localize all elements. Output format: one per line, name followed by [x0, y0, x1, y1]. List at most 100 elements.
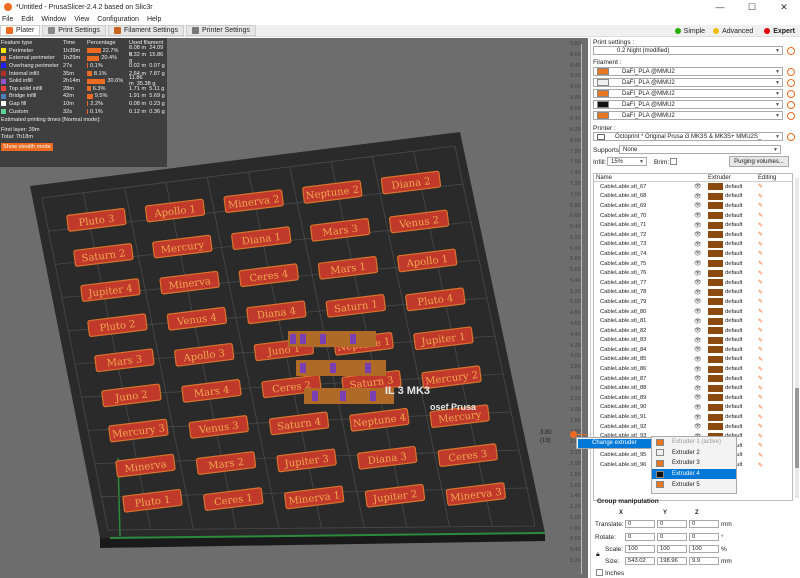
edit-icon[interactable]: ✎: [758, 318, 770, 325]
filament-color-swatch[interactable]: [597, 79, 609, 86]
table-row[interactable]: CableLable.stl_89 👁︎ default ✎: [594, 393, 792, 403]
edit-icon[interactable]: ✎: [758, 327, 770, 334]
legend-row[interactable]: Top solid infill 28m 6.3% 1.71 m 5.11 g: [0, 85, 167, 93]
table-row[interactable]: CableLable.stl_81 👁︎ default ✎: [594, 316, 792, 326]
object-list-scrollbar[interactable]: [795, 178, 799, 498]
extruder-cell[interactable]: default: [708, 183, 744, 191]
menu-file[interactable]: File: [2, 16, 13, 23]
rotate-x-input[interactable]: 0: [625, 533, 655, 541]
translate-y-input[interactable]: 0: [657, 520, 687, 528]
eye-icon[interactable]: 👁︎: [694, 318, 708, 325]
filament-color-swatch[interactable]: [597, 101, 609, 108]
eye-icon[interactable]: 👁︎: [694, 385, 708, 392]
rotate-z-input[interactable]: 0: [689, 533, 719, 541]
edit-icon[interactable]: ✎: [758, 423, 770, 430]
printer-combo[interactable]: Octoprint * Original Prusa i3 MK3S & MK3…: [593, 132, 783, 141]
layer-slider[interactable]: 9.80 9.60 9.40 9.20 9.00 8.80 8.60 8.40 8.20 8.00…: [540, 38, 590, 578]
extruder-cell[interactable]: default: [708, 346, 744, 354]
edit-icon[interactable]: ✎: [758, 289, 770, 296]
show-stealth-mode-button[interactable]: Show stealth mode: [1, 142, 53, 151]
extruder-cell[interactable]: default: [708, 403, 744, 411]
gear-icon[interactable]: [787, 79, 795, 87]
edit-icon[interactable]: ✎: [758, 222, 770, 229]
extruder-cell[interactable]: default: [708, 212, 744, 220]
extruder-column-header[interactable]: Extruder: [708, 175, 758, 181]
extruder-menu-item-4[interactable]: Extruder 4: [652, 468, 736, 480]
table-row[interactable]: CableLable.stl_72 👁︎ default ✎: [594, 230, 792, 240]
eye-icon[interactable]: 👁︎: [694, 327, 708, 334]
scrollbar-thumb[interactable]: [795, 388, 799, 468]
eye-icon[interactable]: 👁︎: [694, 202, 708, 209]
menu-view[interactable]: View: [74, 16, 89, 23]
eye-icon[interactable]: 👁︎: [694, 404, 708, 411]
edit-icon[interactable]: ✎: [758, 394, 770, 401]
translate-x-input[interactable]: 0: [625, 520, 655, 528]
extruder-cell[interactable]: default: [708, 355, 744, 363]
extruder-cell[interactable]: default: [708, 279, 744, 287]
rotate-y-input[interactable]: 0: [657, 533, 687, 541]
eye-icon[interactable]: 👁︎: [694, 337, 708, 344]
table-row[interactable]: CableLable.stl_86 👁︎ default ✎: [594, 364, 792, 374]
eye-icon[interactable]: 👁︎: [694, 231, 708, 238]
eye-icon[interactable]: 👁︎: [694, 241, 708, 248]
extruder-menu-item-3[interactable]: Extruder 3: [652, 458, 736, 469]
extruder-cell[interactable]: default: [708, 336, 744, 344]
edit-icon[interactable]: ✎: [758, 202, 770, 209]
extruder-cell[interactable]: default: [708, 260, 744, 268]
eye-icon[interactable]: 👁︎: [694, 212, 708, 219]
eye-icon[interactable]: 👁︎: [694, 183, 708, 190]
table-row[interactable]: CableLable.stl_87 👁︎ default ✎: [594, 374, 792, 384]
eye-icon[interactable]: 👁︎: [694, 279, 708, 286]
legend-row[interactable]: Overhang perimeter 27s 0.1% 0.02 m 0.07 g: [0, 62, 167, 70]
size-y-input[interactable]: 198.96: [657, 557, 687, 565]
filament-color-swatch[interactable]: [597, 90, 609, 97]
table-row[interactable]: CableLable.stl_71 👁︎ default ✎: [594, 220, 792, 230]
scale-y-input[interactable]: 100: [657, 545, 687, 553]
gear-icon[interactable]: [787, 133, 795, 141]
mode-simple[interactable]: Simple: [674, 28, 705, 35]
eye-icon[interactable]: 👁︎: [694, 346, 708, 353]
edit-icon[interactable]: ✎: [758, 193, 770, 200]
table-row[interactable]: CableLable.stl_75 👁︎ default ✎: [594, 259, 792, 269]
table-row[interactable]: CableLable.stl_83 👁︎ default ✎: [594, 336, 792, 346]
tab-plater[interactable]: Plater: [0, 25, 41, 36]
extruder-cell[interactable]: default: [708, 365, 744, 373]
extruder-menu-item-2[interactable]: Extruder 2: [652, 448, 736, 459]
scale-z-input[interactable]: 100: [689, 545, 719, 553]
edit-icon[interactable]: ✎: [758, 183, 770, 190]
minimize-button[interactable]: —: [704, 0, 736, 14]
eye-icon[interactable]: 👁︎: [694, 193, 708, 200]
extruder-cell[interactable]: default: [708, 202, 744, 210]
legend-row[interactable]: External perimeter 1h29m 20.4% 5.32 m 15.86…: [0, 52, 167, 64]
table-row[interactable]: CableLable.stl_69 👁︎ default ✎: [594, 201, 792, 211]
filament-combo-4[interactable]: DaFI_PLA @MMU2 ▼: [593, 100, 783, 109]
menu-window[interactable]: Window: [41, 16, 66, 23]
table-row[interactable]: CableLable.stl_68 👁︎ default ✎: [594, 192, 792, 202]
extruder-cell[interactable]: default: [708, 298, 744, 306]
eye-icon[interactable]: 👁︎: [694, 394, 708, 401]
gear-icon[interactable]: [787, 47, 795, 55]
extruder-cell[interactable]: default: [708, 384, 744, 392]
eye-icon[interactable]: 👁︎: [694, 308, 708, 315]
table-row[interactable]: CableLable.stl_85 👁︎ default ✎: [594, 355, 792, 365]
eye-icon[interactable]: 👁︎: [694, 250, 708, 257]
extruder-cell[interactable]: default: [708, 192, 744, 200]
gear-icon[interactable]: [787, 101, 795, 109]
table-row[interactable]: CableLable.stl_77 👁︎ default ✎: [594, 278, 792, 288]
size-z-input[interactable]: 9.9: [689, 557, 719, 565]
extruder-cell[interactable]: default: [708, 308, 744, 316]
extruder-cell[interactable]: default: [708, 250, 744, 258]
table-row[interactable]: CableLable.stl_91 👁︎ default ✎: [594, 412, 792, 422]
filament-combo-3[interactable]: DaFI_PLA @MMU2 ▼: [593, 89, 783, 98]
edit-icon[interactable]: ✎: [758, 452, 770, 459]
close-button[interactable]: ✕: [768, 0, 800, 14]
table-row[interactable]: CableLable.stl_88 👁︎ default ✎: [594, 383, 792, 393]
eye-icon[interactable]: 👁︎: [694, 298, 708, 305]
extruder-cell[interactable]: default: [708, 231, 744, 239]
edit-icon[interactable]: ✎: [758, 356, 770, 363]
table-row[interactable]: CableLable.stl_82 👁︎ default ✎: [594, 326, 792, 336]
eye-icon[interactable]: 👁︎: [694, 260, 708, 267]
extruder-cell[interactable]: default: [708, 240, 744, 248]
table-row[interactable]: CableLable.stl_73 👁︎ default ✎: [594, 240, 792, 250]
filament-color-swatch[interactable]: [597, 112, 609, 119]
